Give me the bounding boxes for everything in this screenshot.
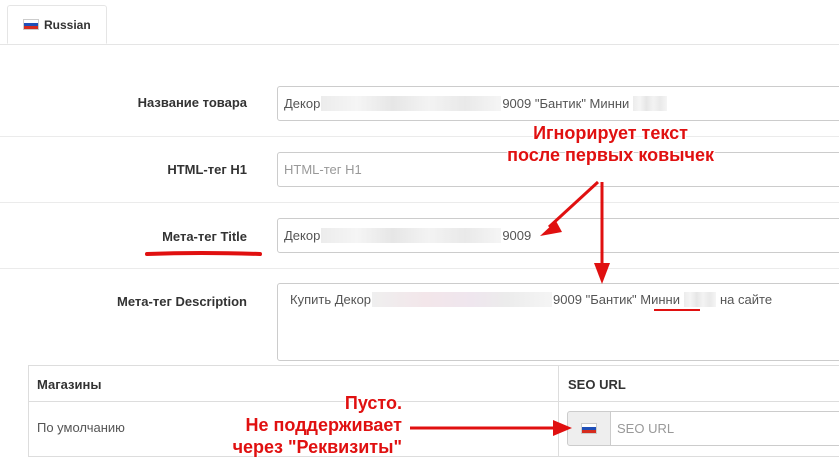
- seo-url-language-addon: [567, 411, 611, 446]
- meta-description-value-middle: 9009 "Бантик": [553, 292, 637, 307]
- meta-description-value-prefix: Купить Декор: [290, 292, 372, 307]
- title-annotation-line2: после первых ковычек: [507, 145, 714, 165]
- meta-description-textarea[interactable]: Купить Декор 9009 "Бантик" Минни на сайт…: [277, 283, 839, 361]
- product-name-row: Название товара Декор 9009 "Бантик" Минн…: [0, 44, 839, 137]
- meta-description-value-suffix: на сайте: [720, 292, 773, 307]
- redacted-text: [321, 228, 502, 243]
- product-name-input[interactable]: Декор 9009 "Бантик" Минни: [277, 86, 839, 121]
- title-annotation: Игнорирует текст после первых ковычек: [440, 122, 714, 166]
- seo-url-input-group: SEO URL: [567, 411, 839, 446]
- meta-title-row: Мета-тег Title Декор 9009: [0, 202, 839, 269]
- product-seo-form: Russian Название товара Декор 9009 "Бант…: [0, 0, 839, 472]
- tab-russian-label: Russian: [44, 17, 91, 32]
- store-name-default: По умолчанию: [37, 420, 125, 435]
- seo-annotation: Пусто. Не поддерживает через "Реквизиты": [190, 392, 402, 458]
- table-header-seo-url: SEO URL: [568, 377, 626, 392]
- html-h1-label: HTML-тег H1: [167, 162, 247, 177]
- product-name-label: Название товара: [137, 95, 247, 110]
- stores-seo-table: Магазины SEO URL По умолчанию SEO URL: [28, 365, 839, 457]
- table-row-divider: [29, 401, 839, 402]
- meta-description-label: Мета-тег Description: [117, 294, 247, 309]
- seo-url-input[interactable]: SEO URL: [611, 411, 839, 446]
- product-name-value-middle: 9009 "Бантик" Минни: [502, 96, 630, 111]
- meta-description-value-underlined: Минни: [640, 292, 680, 307]
- flag-ru-icon: [581, 423, 597, 434]
- redacted-text: [633, 96, 668, 111]
- table-header-stores: Магазины: [37, 377, 102, 392]
- meta-title-value-prefix: Декор: [284, 228, 321, 243]
- flag-ru-icon: [23, 19, 39, 30]
- seo-url-placeholder: SEO URL: [617, 421, 675, 436]
- html-h1-placeholder: HTML-тег H1: [284, 162, 362, 177]
- meta-title-value-suffix: 9009: [502, 228, 532, 243]
- tab-russian[interactable]: Russian: [7, 5, 107, 44]
- meta-title-label: Мета-тег Title: [162, 229, 247, 244]
- redacted-text: [372, 292, 553, 307]
- language-tabbar: Russian: [0, 0, 839, 45]
- seo-annotation-line2: Не поддерживает: [245, 415, 402, 435]
- seo-annotation-line1: Пусто.: [344, 393, 402, 413]
- product-name-value-prefix: Декор: [284, 96, 321, 111]
- redacted-text: [321, 96, 502, 111]
- table-column-divider: [558, 366, 559, 456]
- title-annotation-line1: Игнорирует текст: [533, 123, 688, 143]
- seo-annotation-line3: через "Реквизиты": [232, 437, 402, 457]
- meta-title-input[interactable]: Декор 9009: [277, 218, 839, 253]
- redacted-text: [684, 292, 716, 307]
